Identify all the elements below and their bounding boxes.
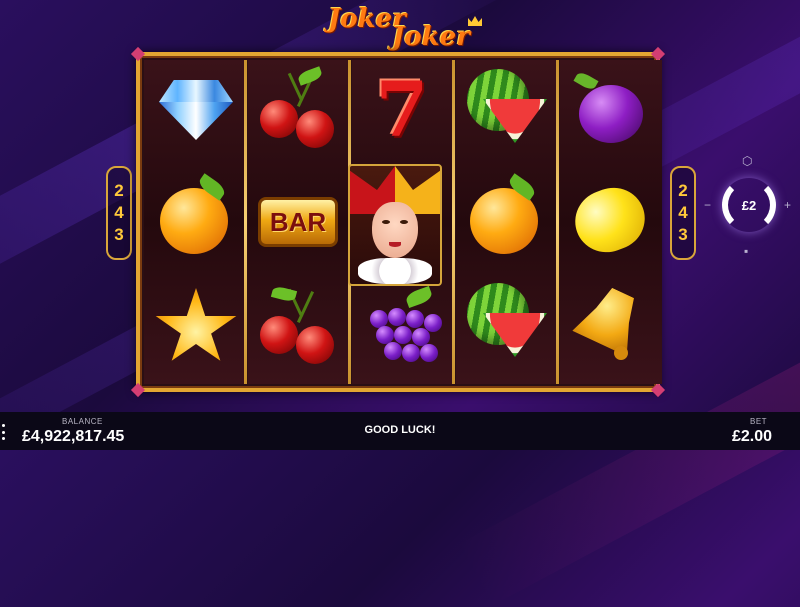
symbol-watermelon [458,274,554,374]
ways-digit: 3 [678,225,688,244]
game-logo: Joker Joker [320,4,490,52]
bell-icon [570,284,650,364]
symbol-seven: 7 [354,60,450,160]
ways-badge-right: 2 4 3 [670,166,696,260]
bet-label: BET [750,417,768,426]
ways-digit: 2 [114,181,124,200]
frame-corner [130,382,146,398]
bet-value[interactable]: £2.00 [732,428,772,446]
ways-digit: 4 [678,203,688,222]
reel-divider [556,60,559,384]
bet-decrease-button[interactable]: − [704,198,711,212]
diamond-icon [159,80,233,140]
symbol-star [148,278,244,378]
symbol-joker [348,164,442,286]
lemon-icon [566,178,654,262]
status-message: GOOD LUCK! [364,424,436,436]
reel-divider [452,60,455,384]
symbol-bell [562,274,658,374]
autoplay-up-icon[interactable]: ⬡ [742,154,752,168]
ways-badge-left: 2 4 3 [106,166,132,260]
symbol-lemon [562,170,658,270]
symbol-bar: BAR [250,172,346,272]
symbol-grapes [354,278,450,378]
grapes-icon [362,285,442,368]
symbol-watermelon [458,60,554,160]
watermelon-icon [465,283,547,365]
star-icon [155,288,237,361]
bar-label: BAR [258,197,338,247]
ways-digit: 4 [114,203,124,222]
balance-value: £4,922,817.45 [22,428,125,445]
watermelon-icon [465,69,547,151]
symbol-cherries [250,60,346,160]
orange-icon [158,173,234,256]
symbol-plum [562,60,658,160]
logo-word-2: Joker [392,22,470,52]
frame-corner [130,46,146,62]
symbol-orange [148,168,244,268]
spin-controls: ⬡ − + ▪ £2 [704,152,794,262]
plum-icon [573,70,645,145]
symbol-cherries [250,276,346,376]
reel-frame: BAR 7 [130,46,666,398]
symbol-diamond [148,60,244,160]
symbol-orange [458,168,554,268]
bet-increase-button[interactable]: + [784,198,791,212]
frame-corner [650,382,666,398]
crown-icon [468,16,482,26]
menu-button[interactable] [2,424,8,440]
ways-digit: 2 [678,181,688,200]
spin-bet-label[interactable]: £2 [722,178,776,232]
cherries-icon [258,285,338,366]
orange-icon [468,173,544,256]
menu-icon[interactable]: ▪ [744,244,748,258]
cherries-icon [258,66,338,150]
joker-face [372,202,418,258]
seven-label: 7 [375,65,429,154]
reel-divider [244,60,247,384]
balance-label: BALANCE [62,417,103,426]
ways-digit: 3 [114,225,124,244]
frame-corner [650,46,666,62]
